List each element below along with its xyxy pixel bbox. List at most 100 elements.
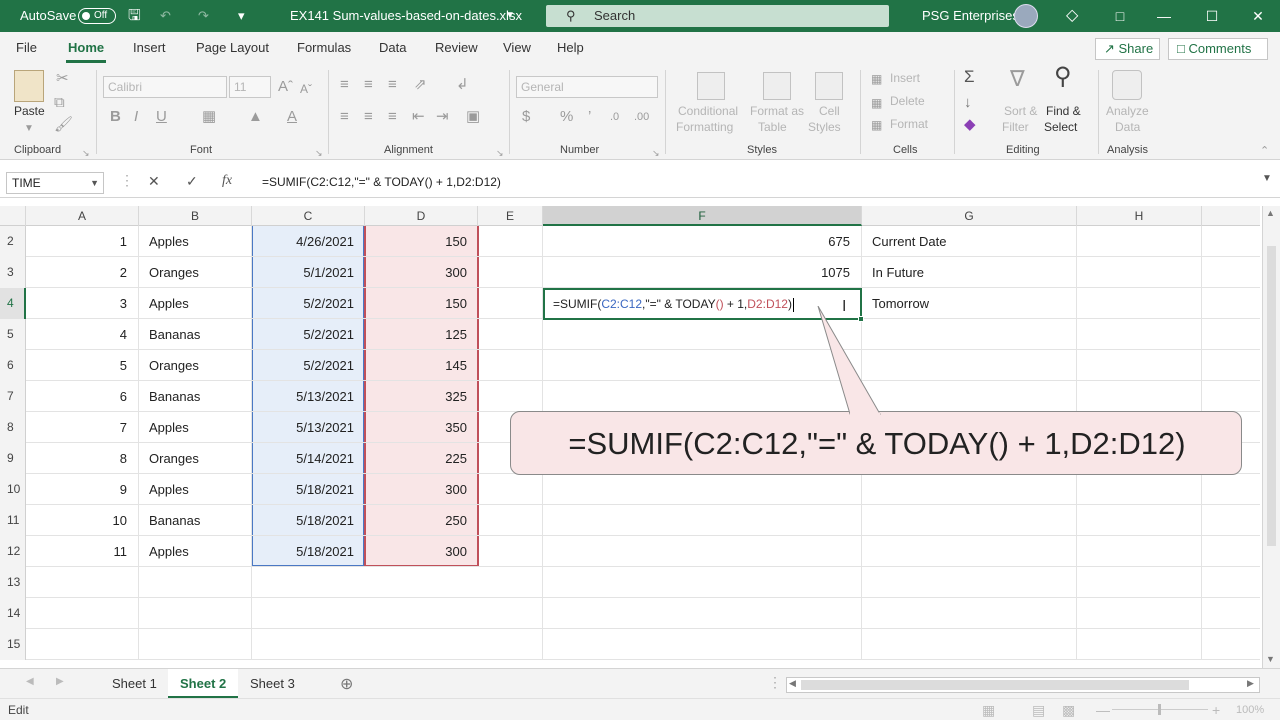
column-header-g[interactable]: G (862, 206, 1077, 226)
row-header[interactable]: 11 (0, 505, 26, 536)
cell-b2[interactable]: Apples (139, 226, 252, 257)
row-header[interactable]: 4 (0, 288, 26, 319)
cell-h15[interactable] (1077, 629, 1202, 660)
row-header[interactable]: 15 (0, 629, 26, 660)
row-header[interactable]: 8 (0, 412, 26, 443)
cell-c11[interactable]: 5/18/2021 (252, 505, 365, 536)
cell-e4[interactable] (478, 288, 543, 319)
bold-icon[interactable]: B (110, 108, 121, 126)
cell-e2[interactable] (478, 226, 543, 257)
column-header-c[interactable]: C (252, 206, 365, 226)
align-middle-icon[interactable]: ≡ (364, 76, 373, 94)
number-format-select[interactable]: General (516, 76, 658, 98)
cell-g3[interactable]: In Future (862, 257, 1077, 288)
copy-icon[interactable]: ⧉ (54, 94, 65, 112)
tab-review[interactable]: Review (435, 40, 478, 55)
find-select-icon[interactable]: ⚲ (1054, 65, 1072, 89)
zoom-slider-thumb[interactable] (1158, 704, 1161, 715)
clipboard-launcher-icon[interactable]: ↘ (82, 144, 90, 162)
row-header[interactable]: 13 (0, 567, 26, 598)
cell-e10[interactable] (478, 474, 543, 505)
cell-h3[interactable] (1077, 257, 1202, 288)
cell-a10[interactable]: 9 (26, 474, 139, 505)
cell-b3[interactable]: Oranges (139, 257, 252, 288)
avatar[interactable] (1014, 4, 1038, 28)
premium-diamond-icon[interactable]: ◇ (1066, 0, 1078, 32)
cell-a15[interactable] (26, 629, 139, 660)
sheet-tab-3[interactable]: Sheet 3 (238, 669, 307, 699)
cell-h2[interactable] (1077, 226, 1202, 257)
cell-b5[interactable]: Bananas (139, 319, 252, 350)
increase-indent-icon[interactable]: ⇥ (436, 108, 449, 126)
column-header-h[interactable]: H (1077, 206, 1202, 226)
tab-view[interactable]: View (503, 40, 531, 55)
cell-h7[interactable] (1077, 381, 1202, 412)
tab-insert[interactable]: Insert (133, 40, 166, 55)
collapse-ribbon-icon[interactable]: ⌃ (1260, 142, 1269, 160)
cell-f15[interactable] (543, 629, 862, 660)
cell-c12[interactable]: 5/18/2021 (252, 536, 365, 567)
font-launcher-icon[interactable]: ↘ (315, 144, 323, 162)
cell-e7[interactable] (478, 381, 543, 412)
cell-styles-label1[interactable]: Cell (819, 104, 840, 118)
cell-c14[interactable] (252, 598, 365, 629)
orientation-icon[interactable]: ⇗ (414, 76, 427, 94)
cell-d3[interactable]: 300 (365, 257, 478, 288)
row-header[interactable]: 10 (0, 474, 26, 505)
conditional-formatting-icon[interactable] (697, 72, 725, 100)
font-size-select[interactable]: 11 (229, 76, 271, 98)
maximize-icon[interactable]: ☐ (1189, 0, 1235, 32)
increase-decimal-icon[interactable]: .0 (610, 108, 619, 126)
search-box[interactable]: ⚲ Search (546, 5, 889, 27)
tab-data[interactable]: Data (379, 40, 406, 55)
cell-a6[interactable]: 5 (26, 350, 139, 381)
wrap-text-icon[interactable]: ↲ (456, 76, 469, 94)
cell-d13[interactable] (365, 567, 478, 598)
cell-a5[interactable]: 4 (26, 319, 139, 350)
italic-icon[interactable]: I (134, 108, 138, 126)
cell-c15[interactable] (252, 629, 365, 660)
page-layout-view-icon[interactable]: ▤ (1032, 699, 1045, 721)
number-launcher-icon[interactable]: ↘ (652, 144, 660, 162)
cell-d4[interactable]: 150 (365, 288, 478, 319)
cell-a7[interactable]: 6 (26, 381, 139, 412)
sort-filter-label1[interactable]: Sort & (1004, 104, 1037, 118)
scroll-tabs-left-icon[interactable]: ◀ (26, 676, 34, 687)
tab-file[interactable]: File (16, 40, 37, 55)
cell-a8[interactable]: 7 (26, 412, 139, 443)
format-painter-icon[interactable]: 🖌 (54, 116, 73, 134)
cell-g4[interactable]: Tomorrow (862, 288, 1077, 319)
paste-icon[interactable] (14, 70, 44, 102)
cell-d10[interactable]: 300 (365, 474, 478, 505)
cell-e15[interactable] (478, 629, 543, 660)
expand-formula-bar-icon[interactable]: ▼ (1262, 173, 1272, 184)
cell-b15[interactable] (139, 629, 252, 660)
sheet-tab-1[interactable]: Sheet 1 (100, 669, 169, 699)
column-header-e[interactable]: E (478, 206, 543, 226)
tab-page-layout[interactable]: Page Layout (196, 40, 269, 55)
format-as-table-label1[interactable]: Format as (750, 104, 804, 118)
insert-cells-button[interactable]: Insert (890, 71, 920, 85)
cell-g6[interactable] (862, 350, 1077, 381)
align-bottom-icon[interactable]: ≡ (388, 76, 397, 94)
conditional-formatting-label2[interactable]: Formatting (676, 120, 733, 134)
cell-d5[interactable]: 125 (365, 319, 478, 350)
cell-formula-editor[interactable]: =SUMIF(C2:C12,"=" & TODAY() + 1,D2:D12) (553, 297, 794, 312)
name-box[interactable]: TIME ▼ (6, 172, 104, 194)
cell-h4[interactable] (1077, 288, 1202, 319)
row-header[interactable]: 3 (0, 257, 26, 288)
zoom-in-icon[interactable]: + (1212, 699, 1220, 721)
cell-e3[interactable] (478, 257, 543, 288)
align-top-icon[interactable]: ≡ (340, 76, 349, 94)
cell-e11[interactable] (478, 505, 543, 536)
vertical-scroll-thumb[interactable] (1267, 246, 1276, 546)
cell-d12[interactable]: 300 (365, 536, 478, 567)
row-header[interactable]: 2 (0, 226, 26, 257)
delete-cells-button[interactable]: Delete (890, 94, 925, 108)
formula-input[interactable]: =SUMIF(C2:C12,"=" & TODAY() + 1,D2:D12) (262, 175, 501, 189)
cell-d8[interactable]: 350 (365, 412, 478, 443)
format-as-table-label2[interactable]: Table (758, 120, 787, 134)
cell-h10[interactable] (1077, 474, 1202, 505)
zoom-level[interactable]: 100% (1236, 699, 1264, 721)
tab-home[interactable]: Home (68, 40, 104, 55)
